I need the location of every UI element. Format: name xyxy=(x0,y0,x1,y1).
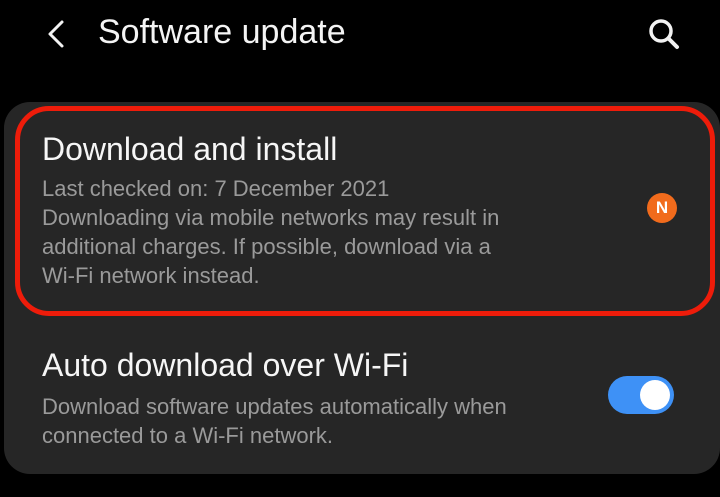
back-button[interactable] xyxy=(36,14,76,54)
new-badge: N xyxy=(647,193,677,223)
last-checked-text: Last checked on: 7 December 2021 xyxy=(42,176,390,201)
mobile-network-warning-line-1: Downloading via mobile networks may resu… xyxy=(42,205,500,230)
mobile-network-warning-line-2: additional charges. If possible, downloa… xyxy=(42,234,491,259)
search-icon xyxy=(649,19,679,49)
toggle-knob xyxy=(640,380,670,410)
auto-download-wifi-title: Auto download over Wi-Fi xyxy=(42,347,409,383)
auto-download-toggle[interactable] xyxy=(608,376,674,414)
mobile-network-warning-line-3: Wi-Fi network instead. xyxy=(42,263,260,288)
back-chevron-icon xyxy=(48,20,64,48)
search-button[interactable] xyxy=(642,12,686,56)
app-header: Software update xyxy=(0,0,720,80)
auto-download-description-line-2: connected to a Wi-Fi network. xyxy=(42,423,334,448)
download-and-install-title: Download and install xyxy=(42,131,338,167)
page-title: Software update xyxy=(98,13,346,51)
auto-download-description-line-1: Download software updates automatically … xyxy=(42,394,507,419)
